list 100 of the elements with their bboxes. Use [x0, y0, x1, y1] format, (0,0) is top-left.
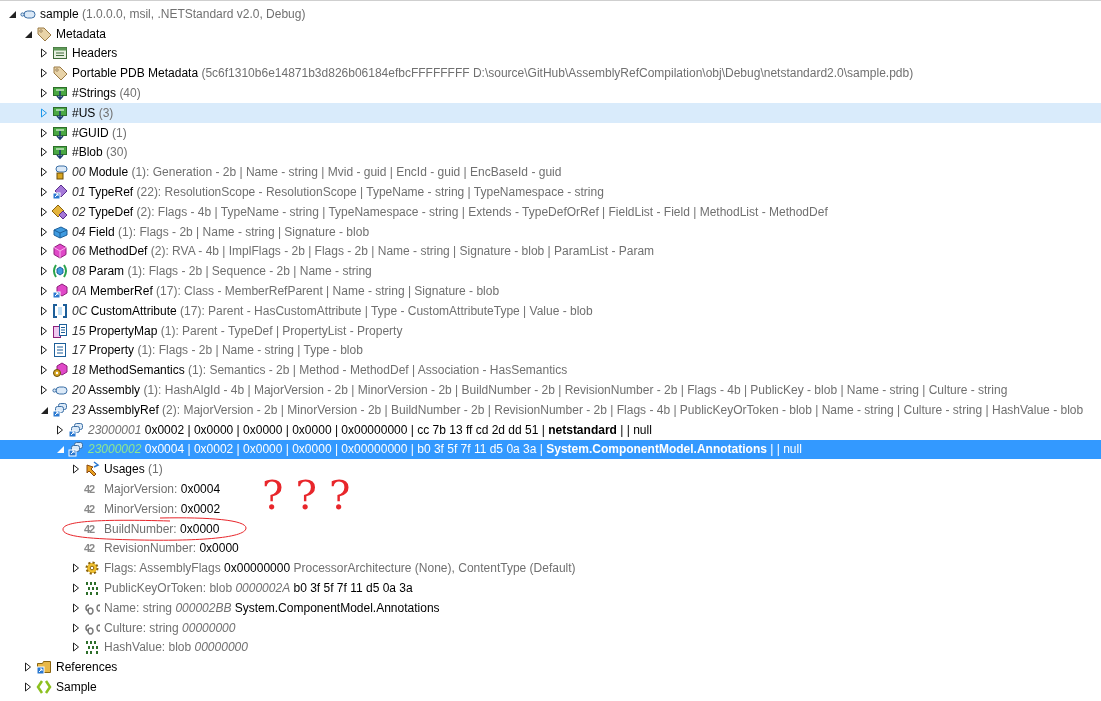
expand-icon[interactable]	[39, 226, 49, 237]
expand-icon[interactable]	[39, 385, 49, 396]
node-label: 23000001 0x0002 | 0x0000 | 0x0000 | 0x0000 | 0x00000000 | cc 7b 13 ff cd 2d dd 51 | netstandard | | null	[88, 421, 652, 439]
shortcut-window-icon	[68, 441, 84, 458]
expand-icon[interactable]	[39, 68, 49, 79]
brackets-icon	[52, 302, 68, 319]
expand-icon[interactable]	[39, 266, 49, 277]
expand-icon[interactable]	[39, 147, 49, 158]
expand-icon[interactable]	[55, 424, 65, 435]
tree-row[interactable]: 18 MethodSemantics (1): Semantics - 2b | Method - MethodDef | Association - HasSemantics	[0, 360, 572, 381]
node-label: #Strings (40)	[72, 85, 141, 103]
node-label: Flags: AssemblyFlags 0x00000000 ProcessorArchitecture (None), ContentType (Default)	[104, 560, 576, 578]
tree-row[interactable]: PublicKeyOrToken: blob 0000002A b0 3f 5f 7f 11 d5 0a 3a	[0, 578, 417, 598]
tree-row[interactable]: 42 RevisionNumber: 0x0000	[0, 538, 243, 559]
table-arrow-icon	[52, 104, 68, 121]
node-label: 23 AssemblyRef (2): MajorVersion - 2b | MinorVersion - 2b | BuildNumber - 2b | RevisionNumber - 2b | Flags - 4b | PublicKeyOrToken - blob | Name - string | Culture - string | HashValue - blob	[72, 401, 1084, 419]
tree-row[interactable]: 01 TypeRef (22): ResolutionScope - ResolutionScope | TypeName - string | TypeNamespace - string	[0, 182, 608, 202]
tree-row[interactable]: 0C CustomAttribute (17): Parent - HasCustomAttribute | Type - CustomAttributeType | Value - blob	[0, 300, 597, 321]
tree-row[interactable]: 23000001 0x0002 | 0x0000 | 0x0000 | 0x0000 | 0x00000000 | cc 7b 13 ff cd 2d dd 51 | netstandard | | null	[0, 419, 656, 440]
tree-row[interactable]: #Strings (40)	[0, 83, 145, 103]
node-label: References	[56, 659, 118, 677]
handwritten-note: ???	[262, 475, 363, 515]
tree-row[interactable]: Flags: AssemblyFlags 0x00000000 ProcessorArchitecture (None), ContentType (Default)	[0, 558, 580, 579]
expand-icon[interactable]	[71, 464, 81, 475]
expand-icon[interactable]	[39, 246, 49, 257]
node-label: Metadata	[56, 25, 107, 43]
tree-row[interactable]: Headers	[0, 43, 122, 64]
node-label: #Blob (30)	[72, 144, 128, 162]
tree-row[interactable]: HashValue: blob 00000000	[0, 637, 252, 658]
parentheses-icon	[52, 263, 68, 280]
node-label: Sample	[56, 679, 97, 696]
tree-row[interactable]: Metadata	[0, 23, 111, 44]
expand-icon[interactable]	[39, 167, 49, 178]
node-label: Headers	[72, 45, 118, 63]
node-label: 08 Param (1): Flags - 2b | Sequence - 2b | Name - string	[72, 263, 372, 281]
node-label: 17 Property (1): Flags - 2b | Name - string | Type - blob	[72, 342, 363, 360]
tree-row[interactable]: Portable PDB Metadata (5c6f1310b6e14871b3d826b06184efbcFFFFFFFF D:\source\GitHub\AssemblyRefCompilation\obj\Debug\netstandard2.0\sample.pdb)	[0, 63, 918, 84]
tree-row[interactable]: 20 Assembly (1): HashAlgId - 4b | MajorVersion - 2b | MinorVersion - 2b | BuildNumber - 2b | RevisionNumber - 2b | Flags - 4b | PublicKey - blob | Name - string | Culture - string	[0, 380, 1012, 400]
tree-row[interactable]: 42 MajorVersion: 0x0004	[0, 479, 225, 499]
node-label: Culture: string 00000000	[104, 619, 236, 637]
tree-row[interactable]: 42 BuildNumber: 0x0000	[0, 518, 224, 539]
node-label: 02 TypeDef (2): Flags - 4b | TypeName - string | TypeNamespace - string | Extends - TypeDefOrRef | FieldList - Field | MethodList - MethodDef	[72, 203, 828, 221]
list-icon	[52, 342, 68, 359]
expand-icon[interactable]	[39, 127, 49, 138]
expand-icon[interactable]	[71, 602, 81, 613]
tree-row[interactable]: References	[0, 657, 122, 678]
expand-icon[interactable]	[39, 286, 49, 297]
node-label: 0C CustomAttribute (17): Parent - HasCustomAttribute | Type - CustomAttributeType | Value - blob	[72, 302, 593, 320]
table-arrow-icon	[52, 124, 68, 141]
expand-icon[interactable]	[71, 583, 81, 593]
expand-icon[interactable]	[39, 88, 49, 99]
tree-row[interactable]: 15 PropertyMap (1): Parent - TypeDef | PropertyList - Property	[0, 320, 407, 341]
expand-icon[interactable]	[71, 642, 81, 653]
tree-row[interactable]: Culture: string 00000000	[0, 617, 240, 638]
expand-icon[interactable]	[39, 206, 49, 217]
expand-icon[interactable]	[39, 187, 49, 198]
expand-icon[interactable]	[71, 563, 81, 574]
tree-row[interactable]: Usages (1)	[0, 459, 167, 480]
number-icon: 42	[84, 520, 100, 537]
tree-row[interactable]: 06 MethodDef (2): RVA - 4b | ImplFlags - 2b | Flags - 2b | Name - string | Signature - blob | ParamList - Param	[0, 241, 659, 262]
tree-row[interactable]: 00 Module (1): Generation - 2b | Name - string | Mvid - guid | EncId - guid | EncBaseId - guid	[0, 162, 566, 183]
tree-row[interactable]: 42 MinorVersion: 0x0002	[0, 498, 225, 519]
tree-row[interactable]: 08 Param (1): Flags - 2b | Sequence - 2b | Name - string	[0, 261, 376, 282]
expand-icon[interactable]	[39, 365, 49, 376]
node-label: 04 Field (1): Flags - 2b | Name - string | Signature - blob	[72, 223, 370, 241]
expand-icon[interactable]	[39, 325, 49, 336]
node-label: Portable PDB Metadata (5c6f1310b6e14871b3d826b06184efbcFFFFFFFF D:\source\GitHub\AssemblyRefCompilation\obj\Debug\netstandard2.0\sample.pdb)	[72, 65, 914, 83]
node-label: MinorVersion: 0x0002	[104, 500, 221, 518]
binary-icon	[84, 639, 100, 656]
shortcut-cube-icon	[52, 283, 68, 300]
tree-row[interactable]: Sample	[0, 677, 101, 697]
list-icon	[52, 322, 68, 339]
tree-row[interactable]: sample (1.0.0.0, msil, .NETStandard v2.0, Debug)	[0, 4, 310, 24]
tree-row[interactable]: #GUID (1)	[0, 122, 131, 143]
node-label: 15 PropertyMap (1): Parent - TypeDef | PropertyList - Property	[72, 322, 403, 340]
expand-icon[interactable]	[39, 345, 49, 356]
tree-row[interactable]: 17 Property (1): Flags - 2b | Name - string | Type - blob	[0, 340, 367, 361]
tree-row[interactable]: 23 AssemblyRef (2): MajorVersion - 2b | MinorVersion - 2b | BuildNumber - 2b | RevisionNumber - 2b | Flags - 4b | PublicKeyOrToken - blob | Name - string | Culture - string | HashValue - blob	[0, 399, 1088, 420]
tree-row[interactable]: #Blob (30)	[0, 142, 132, 163]
number-icon: 42	[84, 540, 100, 557]
tree-row[interactable]: 0A MemberRef (17): Class - MemberRefParent | Name - string | Signature - blob	[0, 281, 504, 301]
gear-icon	[84, 560, 100, 577]
node-label: 0A MemberRef (17): Class - MemberRefParent | Name - string | Signature - blob	[72, 283, 500, 301]
tree-row[interactable]: 04 Field (1): Flags - 2b | Name - string | Signature - blob	[0, 221, 374, 242]
expand-icon[interactable]	[39, 305, 49, 316]
cube-icon	[52, 243, 68, 260]
pointer-icon	[84, 461, 100, 478]
shortcut-window-icon	[68, 421, 84, 438]
folder-icon	[36, 659, 52, 676]
tree-row[interactable]: Name: string 000002BB System.ComponentModel.Annotations	[0, 597, 444, 618]
expand-icon[interactable]	[71, 622, 81, 633]
node-label: 00 Module (1): Generation - 2b | Name - string | Mvid - guid | EncId - guid | EncBaseId - guid	[72, 164, 562, 182]
tree-row[interactable]: #US (3)	[0, 103, 1101, 123]
node-label: #US (3)	[72, 104, 114, 122]
tree-row[interactable]: 02 TypeDef (2): Flags - 4b | TypeName - string | TypeNamespace - string | Extends - TypeDefOrRef | FieldList - Field | MethodList - MethodDef	[0, 201, 832, 222]
expand-icon[interactable]	[23, 682, 33, 692]
node-label: sample (1.0.0.0, msil, .NETStandard v2.0, Debug)	[40, 5, 306, 23]
node-label: BuildNumber: 0x0000	[104, 520, 220, 538]
expand-icon[interactable]	[23, 662, 33, 673]
expand-icon[interactable]	[39, 48, 49, 59]
